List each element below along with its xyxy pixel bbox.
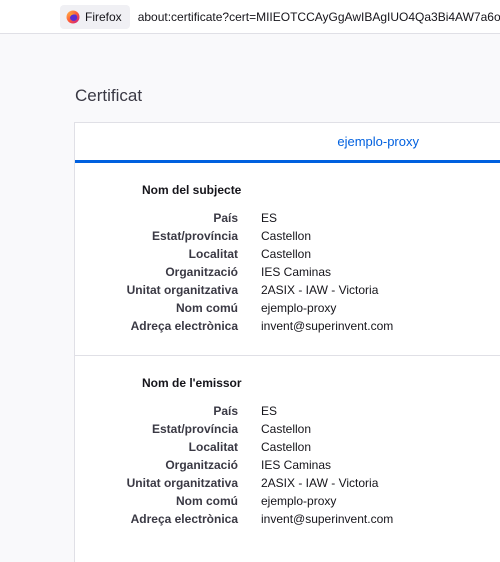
row-label: Nom comú bbox=[175, 301, 238, 315]
row-value: Castellon bbox=[261, 247, 312, 261]
row-value: Castellon bbox=[261, 422, 312, 436]
identity-label: Firefox bbox=[85, 9, 122, 24]
info-row: Unitat organitzativa 2ASIX - IAW - Victor… bbox=[75, 281, 500, 299]
row-label: Localitat bbox=[188, 247, 238, 261]
row-value: IES Caminas bbox=[261, 458, 332, 472]
tab-certificate[interactable]: ejemplo-proxy bbox=[75, 123, 500, 163]
info-row: Adreça electrònica invent@superinvent.com bbox=[75, 317, 500, 335]
row-label: Estat/província bbox=[151, 422, 238, 436]
row-label: País bbox=[213, 211, 238, 225]
row-label: Estat/província bbox=[151, 229, 238, 243]
section-title: Nom de l'emissor bbox=[142, 376, 242, 390]
info-row: Localitat Castellon bbox=[75, 438, 500, 456]
info-row: País ES bbox=[75, 402, 500, 420]
row-value: invent@superinvent.com bbox=[261, 319, 394, 333]
info-row: Organització IES Caminas bbox=[75, 456, 500, 474]
row-value: 2ASIX - IAW - Victoria bbox=[261, 283, 379, 297]
info-row: Estat/província Castellon bbox=[75, 420, 500, 438]
identity-box[interactable]: Firefox bbox=[60, 4, 130, 29]
row-value: Castellon bbox=[261, 440, 312, 454]
subject-name-section: Nom del subjecte País ES Estat/província C… bbox=[75, 163, 500, 356]
row-value: ejemplo-proxy bbox=[261, 301, 337, 315]
info-row: País ES bbox=[75, 209, 500, 227]
row-label: Adreça electrònica bbox=[130, 512, 238, 526]
row-label: Unitat organitzativa bbox=[126, 476, 238, 490]
info-row: Adreça electrònica invent@superinvent.com bbox=[75, 510, 500, 528]
info-row: Organització IES Caminas bbox=[75, 263, 500, 281]
row-label: Organització bbox=[165, 458, 238, 472]
firefox-logo-icon bbox=[66, 10, 80, 24]
info-row: Localitat Castellon bbox=[75, 245, 500, 263]
section-title: Nom del subjecte bbox=[142, 183, 242, 197]
row-value: 2ASIX - IAW - Victoria bbox=[261, 476, 379, 490]
row-label: Localitat bbox=[188, 440, 238, 454]
issuer-name-section: Nom de l'emissor País ES Estat/província C… bbox=[75, 356, 500, 528]
certificate-card: ejemplo-proxy Nom del subjecte País ES Es… bbox=[74, 122, 500, 562]
row-value: ejemplo-proxy bbox=[261, 494, 337, 508]
url-bar[interactable]: Firefox about:certificate?cert=MIIEOTCCA… bbox=[0, 0, 500, 34]
row-label: Unitat organitzativa bbox=[126, 283, 238, 297]
info-row: Nom comú ejemplo-proxy bbox=[75, 299, 500, 317]
info-row: Estat/província Castellon bbox=[75, 227, 500, 245]
row-value: invent@superinvent.com bbox=[261, 512, 394, 526]
row-label: Adreça electrònica bbox=[130, 319, 238, 333]
tab-label: ejemplo-proxy bbox=[337, 134, 419, 149]
row-value: IES Caminas bbox=[261, 265, 332, 279]
row-label: Nom comú bbox=[175, 494, 238, 508]
page-title: Certificat bbox=[75, 86, 143, 105]
row-label: Organització bbox=[165, 265, 238, 279]
row-value: ES bbox=[261, 211, 278, 225]
row-value: ES bbox=[261, 404, 278, 418]
info-row: Nom comú ejemplo-proxy bbox=[75, 492, 500, 510]
info-row: Unitat organitzativa 2ASIX - IAW - Victor… bbox=[75, 474, 500, 492]
row-value: Castellon bbox=[261, 229, 312, 243]
url-text[interactable]: about:certificate?cert=MIIEOTCCAyGgAwIBA… bbox=[138, 10, 500, 24]
row-label: País bbox=[213, 404, 238, 418]
